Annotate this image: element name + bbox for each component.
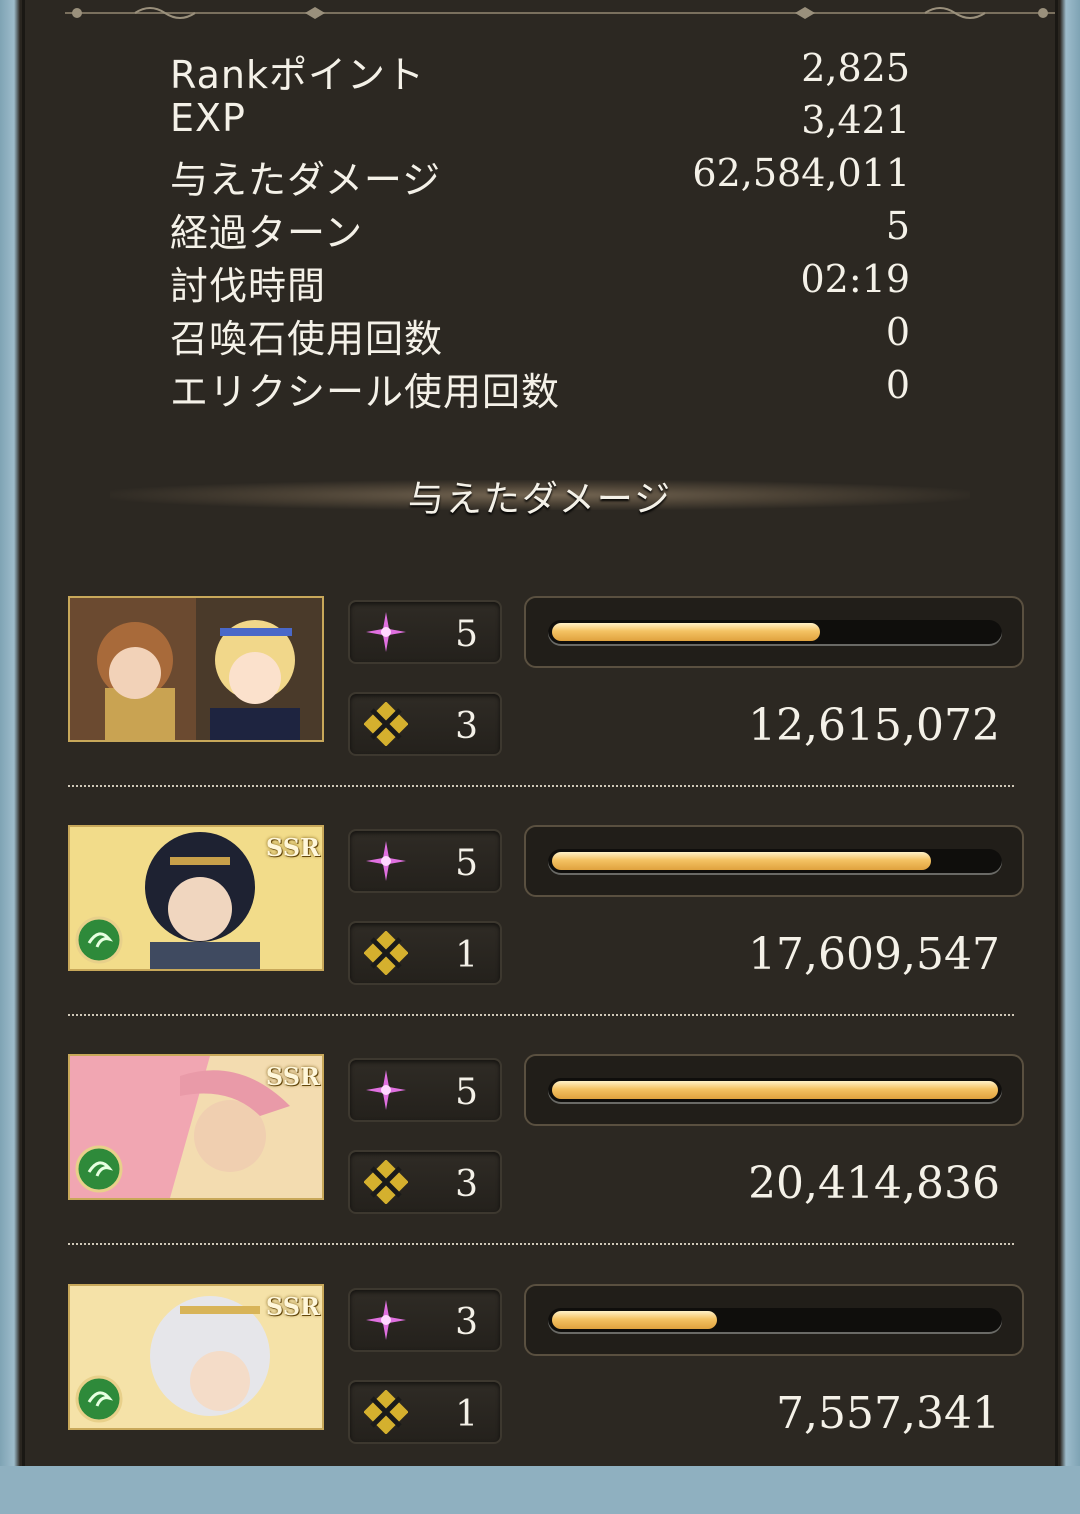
damage-bar-fill <box>552 1081 998 1099</box>
damage-bar-box <box>524 596 1024 668</box>
ssr-badge: SSR <box>265 1062 320 1091</box>
skill-count: 3 <box>455 1302 478 1343</box>
skill-count: 5 <box>455 843 478 884</box>
damage-bar-track <box>548 620 1002 646</box>
stat-label-total-damage: 与えたダメージ <box>170 158 442 202</box>
skill-count-box: 5 <box>348 600 502 664</box>
damage-bar-box <box>524 1284 1024 1356</box>
ssr-badge: SSR <box>265 1292 320 1321</box>
row-divider <box>68 1243 1014 1245</box>
stat-value-rank-points: 2,825 <box>801 46 910 90</box>
stat-value-summon-uses: 0 <box>885 310 910 354</box>
member-damage: 7,557,341 <box>776 1388 1000 1439</box>
damage-bar-fill <box>552 852 931 870</box>
member-row[interactable]: SSR 5 3 20,414,836 <box>60 1054 1030 1284</box>
ssr-badge: SSR <box>265 833 320 862</box>
ability-count-box: 1 <box>348 921 502 985</box>
ability-count: 1 <box>455 935 478 976</box>
member-row[interactable]: SSR 3 1 7,557,341 <box>60 1284 1030 1514</box>
sparkle-icon <box>366 1070 406 1110</box>
damage-bar-fill <box>552 623 820 641</box>
damage-bar-box <box>524 1054 1024 1126</box>
damage-bar-track <box>548 1308 1002 1334</box>
ability-count: 3 <box>455 706 478 747</box>
damage-bar-track <box>548 1078 1002 1104</box>
wind-element-icon <box>75 1375 123 1423</box>
ability-count: 3 <box>455 1164 478 1205</box>
stat-label-elapsed-turns: 経過ターン <box>170 211 364 255</box>
crossed-swords-icon <box>364 1390 408 1434</box>
damage-bar-track <box>548 849 1002 875</box>
stat-label-rank-points: Rankポイント <box>170 53 425 97</box>
wind-element-icon <box>75 916 123 964</box>
wind-element-icon <box>75 1145 123 1193</box>
crossed-swords-icon <box>364 702 408 746</box>
ability-count-box: 3 <box>348 1150 502 1214</box>
stat-value-exp: 3,421 <box>801 98 910 142</box>
ability-count: 1 <box>455 1394 478 1435</box>
member-portrait[interactable]: SSR <box>68 825 324 971</box>
sparkle-icon <box>366 841 406 881</box>
stat-value-clear-time: 02:19 <box>800 257 910 301</box>
skill-count-box: 3 <box>348 1288 502 1352</box>
stat-label-elixir-uses: エリクシール使用回数 <box>170 370 561 414</box>
damage-section-title: 与えたダメージ <box>407 479 673 520</box>
member-damage: 20,414,836 <box>748 1158 1000 1209</box>
damage-bar-fill <box>552 1311 717 1329</box>
stat-label-clear-time: 討伐時間 <box>170 264 327 308</box>
sparkle-icon <box>366 612 406 652</box>
member-portrait[interactable]: SSR <box>68 1284 324 1430</box>
stat-value-elapsed-turns: 5 <box>885 204 910 248</box>
stat-label-summon-uses: 召喚石使用回数 <box>170 317 444 361</box>
stat-value-elixir-uses: 0 <box>885 363 910 407</box>
crossed-swords-icon <box>364 1160 408 1204</box>
member-portrait[interactable] <box>68 596 324 742</box>
member-damage: 17,609,547 <box>748 929 1000 980</box>
row-divider <box>68 1014 1014 1016</box>
skill-count: 5 <box>455 614 478 655</box>
stat-value-total-damage: 62,584,011 <box>692 151 910 195</box>
skill-count-box: 5 <box>348 1058 502 1122</box>
member-portrait[interactable]: SSR <box>68 1054 324 1200</box>
stat-label-exp: EXP <box>170 96 246 140</box>
member-row[interactable]: 5 3 12,615,072 <box>60 596 1030 826</box>
skill-count-box: 5 <box>348 829 502 893</box>
member-row[interactable]: SSR 5 1 17,609,547 <box>60 825 1030 1055</box>
damage-bar-box <box>524 825 1024 897</box>
ability-count-box: 1 <box>348 1380 502 1444</box>
sparkle-icon <box>366 1300 406 1340</box>
damage-section-header: 与えたダメージ <box>110 460 970 530</box>
member-damage: 12,615,072 <box>748 700 1000 751</box>
ability-count-box: 3 <box>348 692 502 756</box>
top-ornament <box>65 7 1055 19</box>
skill-count: 5 <box>455 1072 478 1113</box>
row-divider <box>68 785 1014 787</box>
crossed-swords-icon <box>364 931 408 975</box>
app-frame: Rankポイント 2,825 EXP 3,421 与えたダメージ 62,584,… <box>0 0 1080 1466</box>
